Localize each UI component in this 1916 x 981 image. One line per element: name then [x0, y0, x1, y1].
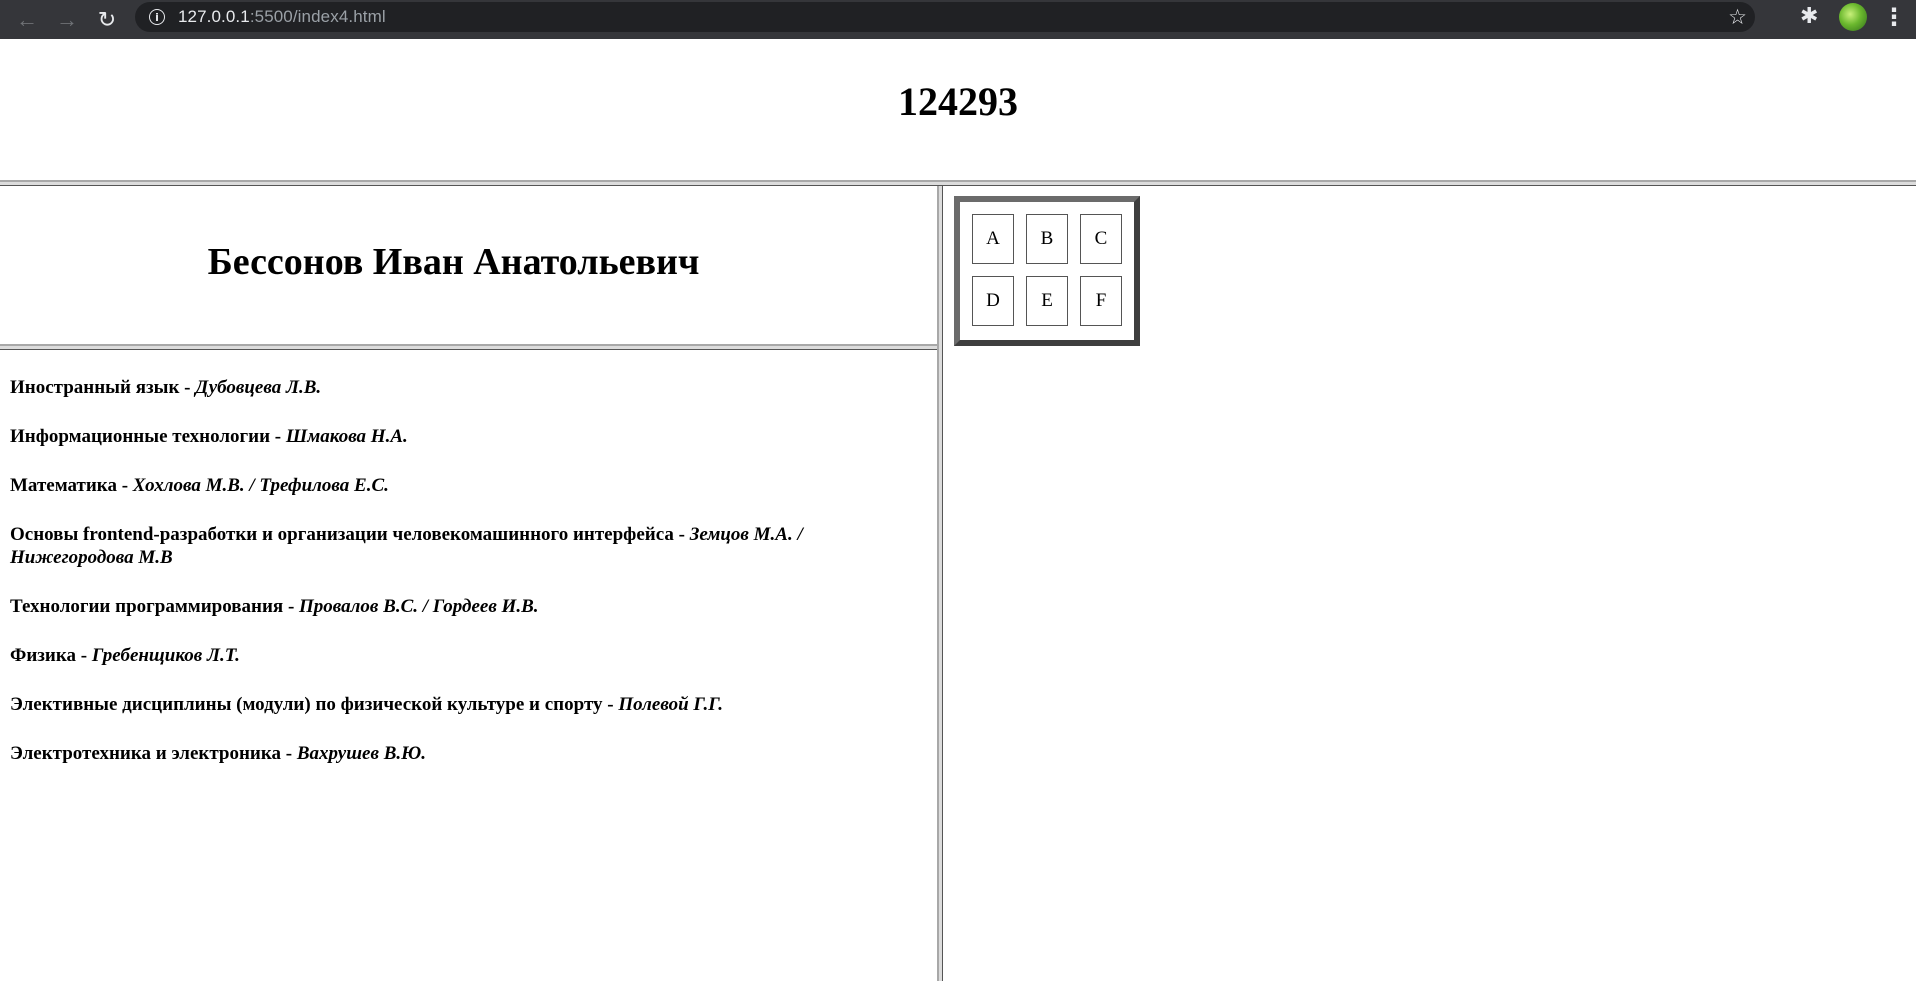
subject-separator: -	[602, 694, 619, 715]
subject-separator: -	[270, 426, 286, 447]
info-icon[interactable]: i	[149, 9, 165, 25]
subject-separator: -	[76, 645, 92, 666]
subjects-list: Иностранный язык - Дубовцева Л.В. Информа…	[10, 376, 920, 791]
subject-name: Физика	[10, 645, 77, 666]
forward-arrow-icon[interactable]: →	[49, 2, 85, 38]
subject-teacher: Полевой Г.Г.	[618, 694, 723, 715]
subject-name: Элективные дисциплины (модули) по физиче…	[10, 694, 603, 715]
back-arrow-icon[interactable]: ←	[9, 2, 45, 38]
grid-cell: B	[1026, 214, 1068, 264]
subject-item: Математика - Хохлова М.В. / Трефилова Е.…	[10, 474, 920, 497]
subject-name: Математика	[10, 475, 117, 496]
subject-item: Технологии программирования - Провалов В…	[10, 595, 920, 618]
left-frames: Бессонов Иван Анатольевич Иностранный яз…	[0, 186, 937, 981]
frame-border-horizontal-left[interactable]	[0, 344, 937, 350]
student-name: Бессонов Иван Анатольевич	[207, 241, 700, 283]
url-host: 127.0.0.1	[178, 7, 250, 26]
right-frame: ABC DEF	[943, 186, 1916, 981]
subject-name: Иностранный язык	[10, 377, 180, 398]
star-icon[interactable]: ☆	[1728, 5, 1747, 29]
subject-item: Электротехника и электроника - Вахрушев …	[10, 742, 920, 765]
header-frame: 124293	[0, 39, 1916, 180]
subject-separator: -	[281, 743, 297, 764]
browser-toolbar: ← → ↻ i 127.0.0.1:5500/index4.html ☆ ✱ ⋮	[0, 0, 1916, 39]
subject-teacher: Провалов В.С. / Гордеев И.В.	[299, 596, 539, 617]
grid-cell: A	[972, 214, 1014, 264]
subject-name: Технологии программирования	[10, 596, 284, 617]
subject-name: Информационные технологии	[10, 426, 271, 447]
subject-teacher: Гребенщиков Л.Т.	[91, 645, 240, 666]
subject-teacher: Хохлова М.В. / Трефилова Е.С.	[132, 475, 389, 496]
address-bar[interactable]: i 127.0.0.1:5500/index4.html ☆	[135, 2, 1755, 32]
menu-icon[interactable]: ⋮	[1882, 3, 1906, 31]
grid-cell: D	[972, 276, 1014, 326]
subject-item: Элективные дисциплины (модули) по физиче…	[10, 693, 920, 716]
subject-name: Электротехника и электроника	[10, 743, 282, 764]
subject-teacher: Дубовцева Л.В.	[195, 377, 322, 398]
profile-avatar[interactable]	[1839, 3, 1867, 31]
subject-name: Основы frontend-разработки и организации…	[10, 524, 674, 545]
url-text[interactable]: 127.0.0.1:5500/index4.html	[178, 7, 386, 27]
page-title: 124293	[898, 78, 1018, 124]
subject-separator: -	[673, 524, 690, 545]
grid-cell: F	[1080, 276, 1122, 326]
letter-grid: ABC DEF	[954, 196, 1140, 346]
subject-item: Физика - Гребенщиков Л.Т.	[10, 644, 920, 667]
url-path: :5500/index4.html	[249, 7, 386, 26]
subject-separator: -	[116, 475, 133, 496]
reload-icon[interactable]: ↻	[89, 2, 125, 38]
extensions-icon[interactable]: ✱	[1800, 4, 1818, 29]
subject-item: Информационные технологии - Шмакова Н.А.	[10, 425, 920, 448]
grid-cell: E	[1026, 276, 1068, 326]
student-name-frame: Бессонов Иван Анатольевич	[0, 186, 937, 344]
subject-separator: -	[283, 596, 300, 617]
subject-item: Иностранный язык - Дубовцева Л.В.	[10, 376, 920, 399]
subject-teacher: Вахрушев В.Ю.	[296, 743, 426, 764]
subject-teacher: Шмакова Н.А.	[285, 426, 408, 447]
subject-item: Основы frontend-разработки и организации…	[10, 523, 920, 569]
subject-separator: -	[179, 377, 196, 398]
grid-cell: C	[1080, 214, 1122, 264]
